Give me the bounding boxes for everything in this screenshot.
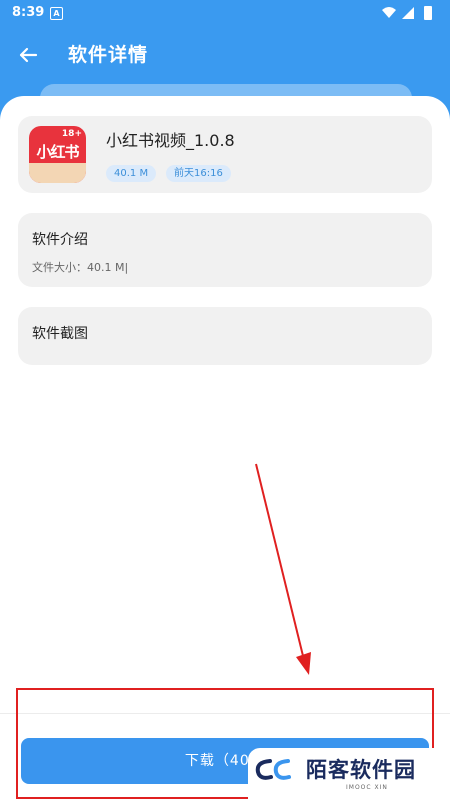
app-info-card: 小红书 18+ 小红书视频_1.0.8 40.1 M 前天16:16 — [18, 116, 432, 193]
intro-card: 软件介绍 文件大小：40.1 M| — [18, 213, 432, 287]
back-arrow-icon[interactable] — [14, 41, 42, 69]
content-sheet: 小红书 18+ 小红书视频_1.0.8 40.1 M 前天16:16 软件介绍 … — [0, 96, 450, 800]
app-icon: 小红书 18+ — [29, 126, 86, 183]
signal-icon — [402, 7, 414, 19]
size-chip: 40.1 M — [106, 165, 157, 182]
watermark-text: 陌客软件园 — [306, 757, 416, 782]
app-icon-brand: 小红书 — [36, 143, 79, 161]
watermark: 陌客软件园 IMOOC XIN — [248, 748, 450, 800]
date-chip: 前天16:16 — [166, 165, 231, 182]
screenshots-title: 软件截图 — [32, 326, 88, 342]
app-icon-bottom — [29, 163, 86, 183]
status-time: 8:39 — [12, 5, 45, 20]
app-icon-age-badge: 18+ — [61, 129, 82, 139]
status-bar: 8:39 A — [0, 0, 450, 26]
watermark-logo-icon — [255, 759, 291, 780]
status-icons — [382, 6, 432, 20]
notification-a-icon: A — [50, 7, 63, 20]
battery-icon — [424, 6, 432, 20]
wifi-icon — [382, 7, 396, 18]
app-header: 软件详情 — [0, 26, 450, 86]
file-size-text: 文件大小：40.1 M| — [32, 261, 129, 274]
page-title: 软件详情 — [68, 44, 149, 66]
screenshots-card[interactable]: 软件截图 — [18, 307, 432, 365]
app-name: 小红书视频_1.0.8 — [106, 131, 235, 150]
intro-title: 软件介绍 — [32, 232, 88, 248]
watermark-sub: IMOOC XIN — [346, 784, 388, 791]
